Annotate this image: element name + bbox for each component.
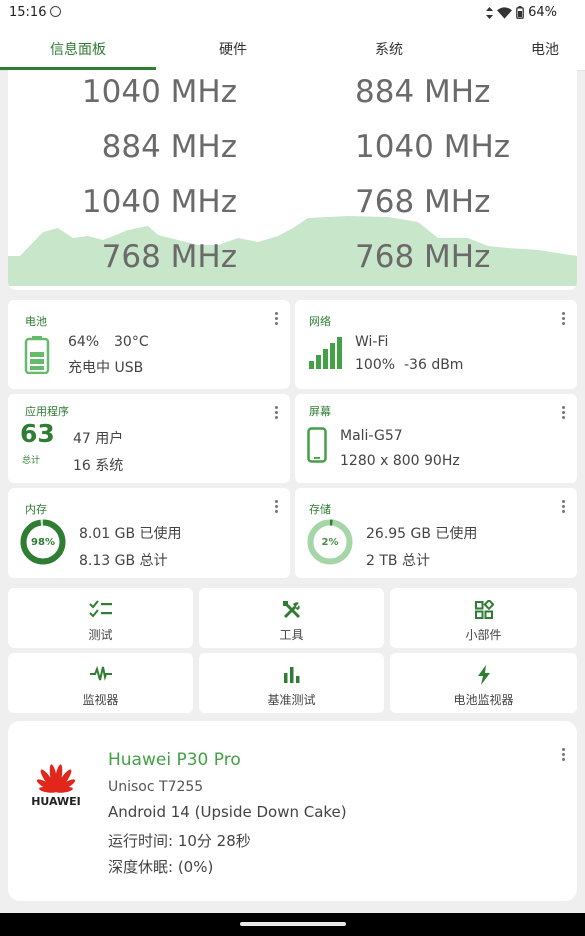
memory-tile[interactable]: 内存 98% 8.01 GB 已使用 8.13 GB 总计 <box>8 488 290 578</box>
home-gesture-handle[interactable] <box>240 922 346 926</box>
memory-used: 8.01 GB 已使用 <box>79 526 182 542</box>
screen-gpu: Mali-G57 <box>340 428 403 444</box>
battery-monitor-button-label: 电池监视器 <box>453 693 514 707</box>
device-soc: Unisoc T7255 <box>108 779 204 795</box>
storage-used: 26.95 GB 已使用 <box>366 526 478 542</box>
cpu-core-freq: 768 MHz <box>355 184 491 220</box>
memory-percent: 98% <box>31 537 55 548</box>
cpu-core-freq: 768 MHz <box>355 239 491 275</box>
cpu-core-freq: 768 MHz <box>101 239 237 275</box>
deep-sleep: 深度休眠: (0%) <box>108 858 214 876</box>
monitor-button[interactable]: 监视器 <box>8 653 193 713</box>
network-signal: 100% <box>355 357 396 373</box>
apps-total-count: 63 <box>20 419 55 448</box>
tab-bar: 信息面板 硬件 系统 电池 <box>0 26 585 71</box>
device-model: Huawei P30 Pro <box>108 750 241 770</box>
storage-total: 2 TB 总计 <box>366 553 430 569</box>
cpu-frequency-card[interactable]: 1040 MHz 884 MHz 1040 MHz 768 MHz 884 MH… <box>8 70 577 290</box>
signal-strength-icon <box>309 337 342 369</box>
tab-hardware[interactable]: 硬件 <box>219 39 247 59</box>
tools-button-label: 工具 <box>279 628 304 642</box>
more-options-icon[interactable] <box>275 406 278 421</box>
network-tile-title: 网络 <box>309 315 331 328</box>
cpu-core-freq: 1040 MHz <box>81 184 237 220</box>
network-tile[interactable]: 网络 Wi-Fi 100% -36 dBm <box>295 300 577 389</box>
screen-tile-title: 屏幕 <box>309 405 331 418</box>
more-options-icon[interactable] <box>275 500 278 515</box>
status-bar: 15:16 64% <box>0 0 585 26</box>
apps-total-label: 总计 <box>22 456 41 466</box>
android-version: Android 14 (Upside Down Cake) <box>108 803 347 821</box>
apps-tile[interactable]: 应用程序 63 总计 47 用户 16 系统 <box>8 394 290 483</box>
huawei-logo <box>36 764 76 793</box>
cpu-core-freq: 1040 MHz <box>81 74 237 110</box>
device-info-card[interactable]: HUAWEI Huawei P30 Pro Unisoc T7255 Andro… <box>8 721 577 901</box>
battery-monitor-button[interactable]: 电池监视器 <box>390 653 577 713</box>
widgets-button[interactable]: 小部件 <box>390 588 577 648</box>
battery-icon <box>516 6 524 19</box>
storage-percent: 2% <box>321 537 339 548</box>
apps-tile-title: 应用程序 <box>25 405 69 418</box>
test-button[interactable]: 测试 <box>8 588 193 648</box>
network-dbm: -36 dBm <box>404 357 464 373</box>
screen-refresh-rate: 90Hz <box>424 453 460 469</box>
storage-tile-title: 存储 <box>309 503 331 516</box>
status-battery-percent: 64% <box>528 5 557 20</box>
tools-icon <box>282 601 300 619</box>
uptime: 运行时间: 10分 28秒 <box>108 832 251 850</box>
brand-name: HUAWEI <box>31 795 81 808</box>
battery-temperature: 30°C <box>114 334 149 350</box>
test-button-label: 测试 <box>88 628 113 642</box>
memory-total: 8.13 GB 总计 <box>79 553 168 569</box>
bar-chart-icon <box>283 667 299 683</box>
monitor-button-label: 监视器 <box>82 693 119 707</box>
screen-resolution: 1280 x 800 <box>340 453 420 469</box>
lightning-bolt-icon <box>477 665 490 685</box>
wifi-icon <box>497 6 513 19</box>
status-icons: 64% <box>486 5 557 20</box>
cpu-core-freq: 884 MHz <box>101 129 237 165</box>
widgets-icon <box>474 600 494 619</box>
more-options-icon[interactable] <box>562 406 565 421</box>
network-type: Wi-Fi <box>355 334 389 350</box>
more-options-icon[interactable] <box>562 500 565 515</box>
sync-icon <box>50 6 61 17</box>
battery-status: 充电中 USB <box>68 360 144 376</box>
tab-dashboard[interactable]: 信息面板 <box>50 39 106 59</box>
apps-user-count: 47 用户 <box>73 431 124 447</box>
battery-level-icon <box>24 336 50 374</box>
status-time: 15:16 <box>9 5 47 20</box>
battery-level: 64% <box>68 334 100 350</box>
data-arrows-icon <box>486 6 494 19</box>
tools-button[interactable]: 工具 <box>199 588 384 648</box>
cpu-core-freq: 1040 MHz <box>355 129 511 165</box>
widgets-button-label: 小部件 <box>465 628 502 642</box>
battery-tile[interactable]: 电池 64% 30°C 充电中 USB <box>8 300 290 389</box>
apps-system-count: 16 系统 <box>73 458 124 474</box>
tab-battery[interactable]: 电池 <box>531 39 559 59</box>
more-options-icon[interactable] <box>275 312 278 327</box>
benchmark-button-label: 基准测试 <box>267 693 316 707</box>
pulse-icon <box>89 665 112 681</box>
storage-tile[interactable]: 存储 2% 26.95 GB 已使用 2 TB 总计 <box>295 488 577 578</box>
navigation-bar <box>0 913 585 936</box>
memory-tile-title: 内存 <box>25 503 47 516</box>
more-options-icon[interactable] <box>562 748 565 763</box>
tab-system[interactable]: 系统 <box>375 39 403 59</box>
more-options-icon[interactable] <box>562 312 565 327</box>
cpu-core-freq: 884 MHz <box>355 74 491 110</box>
benchmark-button[interactable]: 基准测试 <box>199 653 384 713</box>
battery-tile-title: 电池 <box>25 315 47 328</box>
phone-screen-icon <box>307 427 327 463</box>
screen-tile[interactable]: 屏幕 Mali-G57 1280 x 800 90Hz <box>295 394 577 483</box>
checklist-icon <box>88 600 112 618</box>
